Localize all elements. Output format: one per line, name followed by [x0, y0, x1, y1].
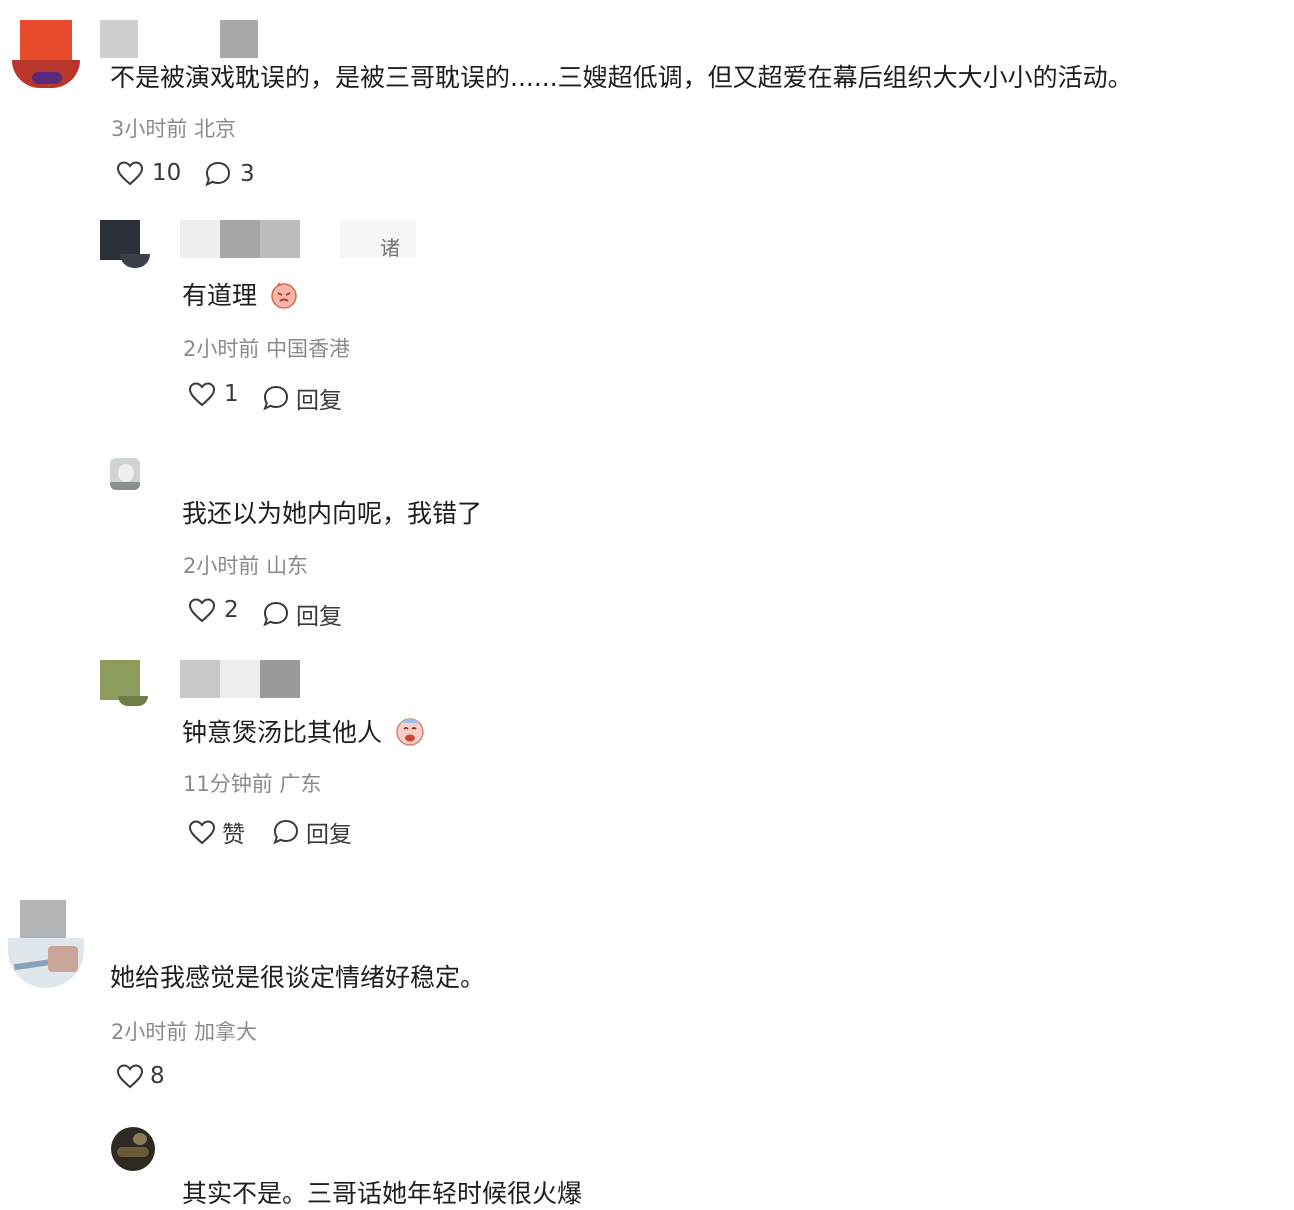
like-button[interactable]: 赞	[188, 815, 245, 849]
reply-text: 我还以为她内向呢，我错了	[182, 499, 483, 528]
reply-text-content: 有道理	[182, 281, 258, 310]
like-count: 2	[224, 597, 239, 623]
comment-time: 3小时前	[111, 117, 188, 141]
comment-bubble-icon	[273, 819, 299, 845]
comment-location: 加拿大	[194, 1020, 258, 1044]
avatar[interactable]	[110, 458, 140, 490]
username-tail: 诸	[380, 236, 400, 260]
like-count: 10	[152, 160, 182, 186]
reply-button[interactable]: 回复	[262, 597, 342, 631]
comment-bubble-icon	[263, 601, 289, 627]
like-button[interactable]: 10	[116, 160, 181, 186]
like-button[interactable]: 1	[188, 381, 239, 407]
reply-button[interactable]: 回复	[272, 815, 352, 849]
username-blur[interactable]	[260, 220, 300, 258]
reply-time: 11分钟前	[183, 772, 273, 796]
like-count: 8	[150, 1063, 165, 1089]
heart-icon	[188, 598, 216, 623]
username-blur[interactable]	[220, 20, 258, 58]
heart-icon	[116, 161, 144, 186]
comment-meta: 3小时前 北京	[111, 113, 236, 143]
reply-text: 其实不是。三哥话她年轻时候很火爆	[182, 1179, 583, 1208]
reply-meta: 2小时前 山东	[183, 550, 308, 580]
reply-count: 3	[240, 161, 255, 187]
avatar[interactable]	[12, 20, 80, 88]
reply-button[interactable]: 3	[204, 160, 255, 188]
comment-bubble-icon	[205, 161, 231, 187]
avatar[interactable]	[100, 660, 150, 706]
reply-text: 钟意煲汤比其他人	[182, 713, 426, 749]
reply-location: 山东	[266, 554, 309, 578]
avatar[interactable]	[8, 900, 84, 990]
reply-location: 广东	[279, 772, 322, 796]
like-button[interactable]: 2	[188, 597, 239, 623]
reply-meta: 11分钟前 广东	[183, 768, 321, 798]
username-blur[interactable]	[220, 660, 260, 698]
like-label: 赞	[222, 822, 245, 848]
reply-meta: 2小时前 中国香港	[183, 333, 350, 363]
reply-label: 回复	[296, 604, 342, 630]
reply-button[interactable]: 回复	[262, 381, 342, 415]
comment-location: 北京	[194, 117, 237, 141]
username-blur[interactable]	[220, 220, 260, 258]
heart-icon	[116, 1064, 144, 1089]
reply-text-content: 钟意煲汤比其他人	[182, 718, 383, 747]
reply-time: 2小时前	[183, 554, 260, 578]
comment-time: 2小时前	[111, 1020, 188, 1044]
username-blur[interactable]	[100, 20, 138, 58]
reply-text: 有道理	[182, 276, 299, 312]
reply-time: 2小时前	[183, 337, 260, 361]
avatar[interactable]	[111, 1127, 155, 1171]
comment-text: 不是被演戏耽误的，是被三哥耽误的......三嫂超低调，但又超爱在幕后组织大大小…	[110, 63, 1133, 92]
heart-icon	[188, 820, 216, 845]
comment-text: 她给我感觉是很谈定情绪好稳定。	[110, 963, 486, 992]
username-blur[interactable]	[180, 660, 220, 698]
reply-label: 回复	[306, 822, 352, 848]
comment-bubble-icon	[263, 385, 289, 411]
comment-meta: 2小时前 加拿大	[111, 1016, 257, 1046]
heart-icon	[188, 382, 216, 407]
face-emoji-icon	[396, 718, 424, 746]
username-blur[interactable]	[180, 220, 220, 258]
avatar[interactable]	[100, 220, 152, 270]
username-blur[interactable]	[340, 220, 416, 258]
reply-location: 中国香港	[266, 337, 351, 361]
reply-label: 回复	[296, 388, 342, 414]
username-blur[interactable]	[260, 660, 300, 698]
like-button[interactable]: 8	[116, 1063, 165, 1089]
like-count: 1	[224, 381, 239, 407]
face-emoji-icon	[271, 282, 297, 309]
